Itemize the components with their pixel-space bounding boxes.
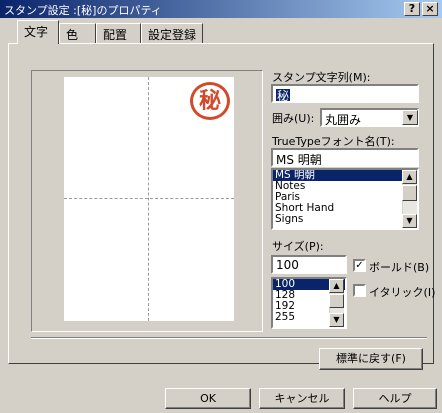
scroll-down-icon[interactable]: ▼ (402, 214, 417, 228)
bold-checkbox[interactable]: ✓ (353, 259, 366, 272)
size-label: サイズ(P): (272, 240, 324, 253)
font-option[interactable]: Signs (273, 214, 417, 225)
horizontal-guide (64, 198, 234, 199)
ok-button[interactable]: OK (165, 388, 251, 409)
font-input[interactable]: MS 明朝 (271, 148, 419, 167)
font-list[interactable]: MS 明朝 Notes Paris Short Hand Signs (271, 168, 419, 230)
close-button[interactable]: × (422, 2, 438, 16)
enclosure-value: 丸囲み (325, 113, 362, 127)
italic-checkbox[interactable] (353, 284, 366, 297)
cancel-button[interactable]: キャンセル (259, 388, 345, 409)
font-label: TrueTypeフォント名(T): (272, 135, 395, 148)
reset-button[interactable]: 標準に戻す(F) (319, 348, 423, 370)
tab-layout[interactable]: 配置 (96, 23, 141, 43)
bold-label[interactable]: ボールド(B) (369, 259, 429, 275)
stamp-text-label: スタンプ文字列(M): (272, 71, 371, 84)
stamp-text-value: 秘 (276, 89, 291, 103)
vertical-guide (148, 77, 149, 321)
scroll-up-icon[interactable]: ▲ (402, 170, 417, 184)
tab-register[interactable]: 設定登録 (141, 23, 203, 43)
italic-label[interactable]: イタリック(I) (369, 284, 435, 300)
size-input[interactable]: 100 (271, 255, 347, 274)
size-scroll-thumb[interactable] (329, 294, 344, 308)
help-button[interactable]: ヘルプ (353, 388, 437, 409)
stamp-preview: 秘 (190, 82, 230, 120)
help-title-button[interactable]: ? (404, 2, 420, 16)
stamp-text-input[interactable]: 秘 (271, 84, 419, 103)
enclosure-label: 囲み(U): (272, 112, 315, 125)
scroll-down-icon[interactable]: ▼ (329, 313, 344, 327)
enclosure-dropdown-icon[interactable]: ▼ (402, 110, 418, 125)
font-scroll-thumb[interactable] (402, 185, 417, 201)
scroll-up-icon[interactable]: ▲ (329, 279, 344, 293)
title-bar: スタンプ設定 :[秘]のプロパティ ? × (0, 0, 442, 18)
tab-color[interactable]: 色 (59, 23, 96, 43)
size-value: 100 (276, 258, 299, 272)
window-title: スタンプ設定 :[秘]のプロパティ (4, 4, 162, 17)
separator (31, 337, 427, 339)
tab-text[interactable]: 文字 (17, 20, 59, 44)
font-value: MS 明朝 (276, 153, 322, 167)
